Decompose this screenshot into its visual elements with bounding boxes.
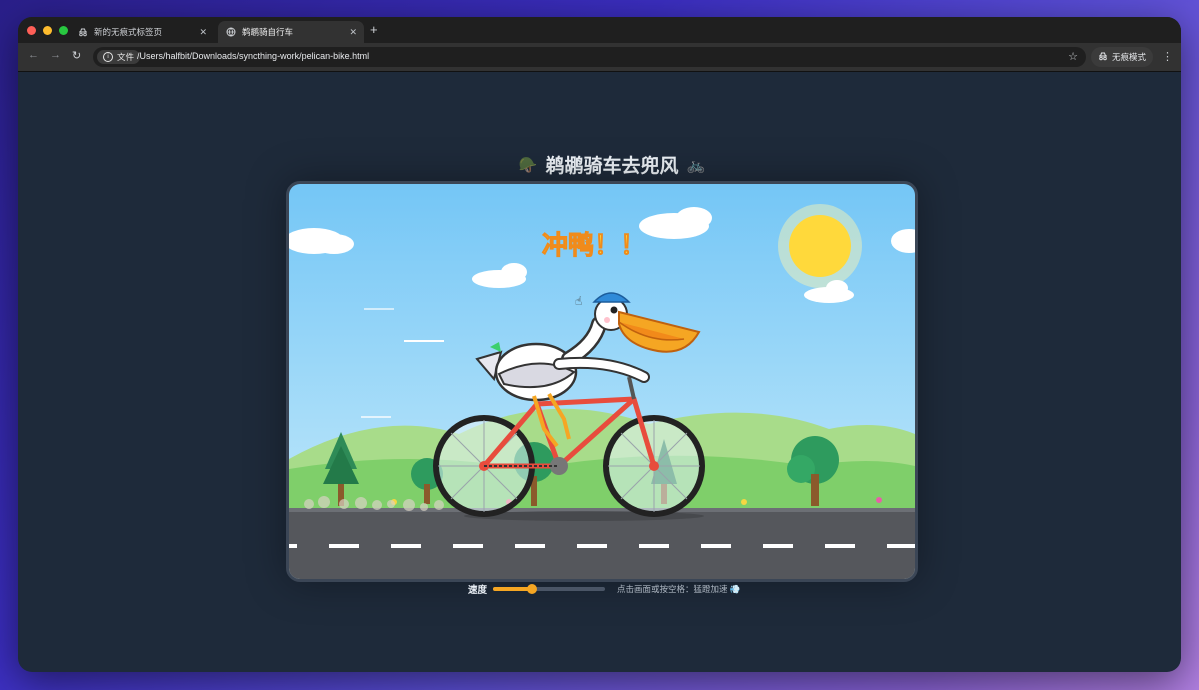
speed-slider-thumb[interactable] [527, 584, 538, 594]
scene: 冲鸭！！ ☝ [289, 184, 915, 579]
helmet-icon: 🪖 [518, 156, 538, 174]
close-tab-icon[interactable]: ✕ [199, 27, 207, 38]
page-title: 🪖 鹈鹕骑车去兜风 🚲 [496, 151, 728, 178]
browser-window: 新的无痕式标签页 ✕ 鹈鹕骑自行车 ✕ + ← → ↻ i 文件 /Users/… [18, 17, 1181, 672]
speed-slider[interactable] [493, 584, 606, 594]
speed-label: 速度 [468, 585, 488, 596]
security-chip-label: 文件 [117, 52, 135, 62]
back-arrow-icon[interactable]: ← [28, 49, 39, 61]
tab-label: 鹈鹕骑自行车 [242, 27, 294, 37]
game-canvas[interactable]: 冲鸭！！ ☝ [286, 181, 918, 582]
reload-icon[interactable]: ↻ [72, 49, 81, 62]
boost-hint: 点击画面或按空格：猛蹬加速 💨 [617, 584, 741, 594]
minimize-window-button[interactable] [43, 26, 52, 35]
page-title-text: 鹈鹕骑车去兜风 [545, 156, 679, 177]
shout-text: 冲鸭！！ [541, 230, 646, 261]
close-window-button[interactable] [27, 26, 36, 35]
sun [778, 204, 862, 288]
close-tab-icon[interactable]: ✕ [349, 27, 357, 38]
new-tab-button[interactable]: + [370, 22, 378, 37]
controls-bar: 速度 点击画面或按空格：猛蹬加速 💨 [468, 581, 740, 597]
toolbar: ← → ↻ i 文件 /Users/halfbit/Downloads/sync… [18, 43, 1181, 72]
url-text[interactable]: /Users/halfbit/Downloads/syncthing-work/… [137, 51, 369, 61]
security-chip[interactable]: i 文件 [97, 50, 141, 64]
tab-pelican[interactable]: 鹈鹕骑自行车 ✕ [218, 21, 364, 43]
info-icon: i [103, 52, 113, 62]
window-controls [27, 26, 68, 35]
incognito-label: 无痕模式 [1111, 52, 1146, 62]
address-bar[interactable]: i 文件 /Users/halfbit/Downloads/syncthing-… [93, 47, 1086, 67]
maximize-window-button[interactable] [59, 26, 68, 35]
incognito-button[interactable]: 无痕模式 [1091, 47, 1153, 67]
tab-incognito[interactable]: 新的无痕式标签页 ✕ [70, 21, 214, 43]
incognito-icon [78, 27, 88, 37]
forward-arrow-icon[interactable]: → [50, 49, 61, 61]
globe-icon [226, 27, 236, 37]
more-menu-icon[interactable]: ⋮ [1162, 50, 1173, 63]
cursor-icon: ☝ [575, 294, 582, 308]
bookmark-star-icon[interactable]: ☆ [1068, 50, 1078, 63]
shout-label: 冲鸭！！ [542, 230, 646, 260]
tab-bar: 新的无痕式标签页 ✕ 鹈鹕骑自行车 ✕ + [18, 17, 1181, 43]
bicycle-icon: 🚲 [686, 156, 706, 174]
incognito-icon [1098, 51, 1108, 63]
tab-label: 新的无痕式标签页 [94, 27, 163, 37]
